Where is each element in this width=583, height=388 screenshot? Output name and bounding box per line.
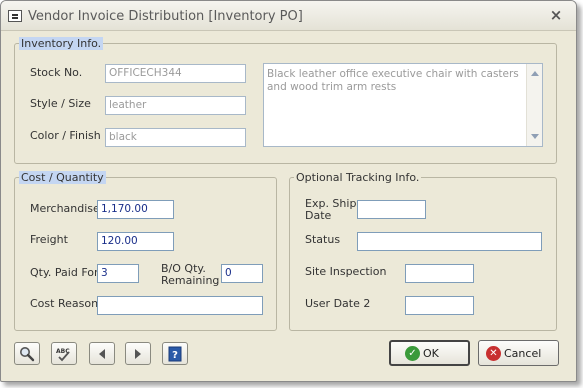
qty-paid-label: Qty. Paid For [30,266,99,279]
qty-paid-field[interactable]: 3 [97,264,139,283]
window-title: Vendor Invoice Distribution [Inventory P… [28,9,303,24]
cancel-label: Cancel [504,346,542,360]
cancel-button[interactable]: ✕ Cancel [478,340,559,366]
merchandise-label: Merchandise [30,202,100,215]
exp-ship-date-field[interactable] [357,200,426,219]
status-field[interactable] [357,232,542,251]
bo-remaining-label: Remaining [161,274,220,287]
description-text: Black leather office executive chair wit… [267,68,519,93]
cost-reason-field[interactable] [97,296,263,315]
magnifier-icon [20,346,35,361]
stock-no-label: Stock No. [30,66,83,79]
color-finish-field[interactable]: black [105,128,246,147]
freight-field[interactable]: 120.00 [97,232,174,251]
style-size-label: Style / Size [30,97,91,110]
triangle-left-icon [99,348,105,359]
cost-quantity-legend: Cost / Quantity [19,171,106,184]
triangle-right-icon [135,348,141,359]
scroll-down-icon[interactable] [531,134,539,139]
inventory-info-legend: Inventory Info. [19,37,104,50]
user-date-2-label: User Date 2 [305,297,371,310]
style-size-field[interactable]: leather [105,96,246,115]
merchandise-field[interactable]: 1,170.00 [97,200,174,219]
bo-qty-field[interactable]: 0 [221,264,263,283]
svg-text:?: ? [172,350,178,361]
scroll-up-icon[interactable] [531,71,539,76]
exp-ship-date-label: Date [305,209,332,222]
spellcheck-button[interactable]: ABC [51,342,77,365]
help-button[interactable]: ? [162,342,188,365]
title-bar[interactable]: Vendor Invoice Distribution [Inventory P… [1,1,576,31]
user-date-2-field[interactable] [405,296,474,315]
previous-button[interactable] [89,342,115,365]
ok-label: OK [423,346,439,360]
stock-no-field[interactable]: OFFICECH344 [105,64,246,83]
description-textarea[interactable]: Black leather office executive chair wit… [263,63,543,147]
check-icon: ✓ [405,345,420,361]
ok-button[interactable]: ✓ OK [389,340,470,366]
help-book-icon: ? [168,346,182,361]
freight-label: Freight [30,233,68,246]
search-button[interactable] [14,342,40,365]
cost-reason-label: Cost Reason [30,297,99,310]
close-icon[interactable]: × [548,6,564,24]
color-finish-label: Color / Finish [30,129,101,142]
status-label: Status [305,233,341,246]
cancel-icon: ✕ [486,345,501,361]
dialog-window: Vendor Invoice Distribution [Inventory P… [0,0,577,382]
tracking-info-legend: Optional Tracking Info. [296,171,420,184]
site-inspection-field[interactable] [405,264,474,283]
site-inspection-label: Site Inspection [305,265,387,278]
app-icon [8,10,22,22]
spellcheck-icon: ABC [56,348,70,361]
next-button[interactable] [125,342,151,365]
description-scrollbar[interactable] [526,64,542,146]
